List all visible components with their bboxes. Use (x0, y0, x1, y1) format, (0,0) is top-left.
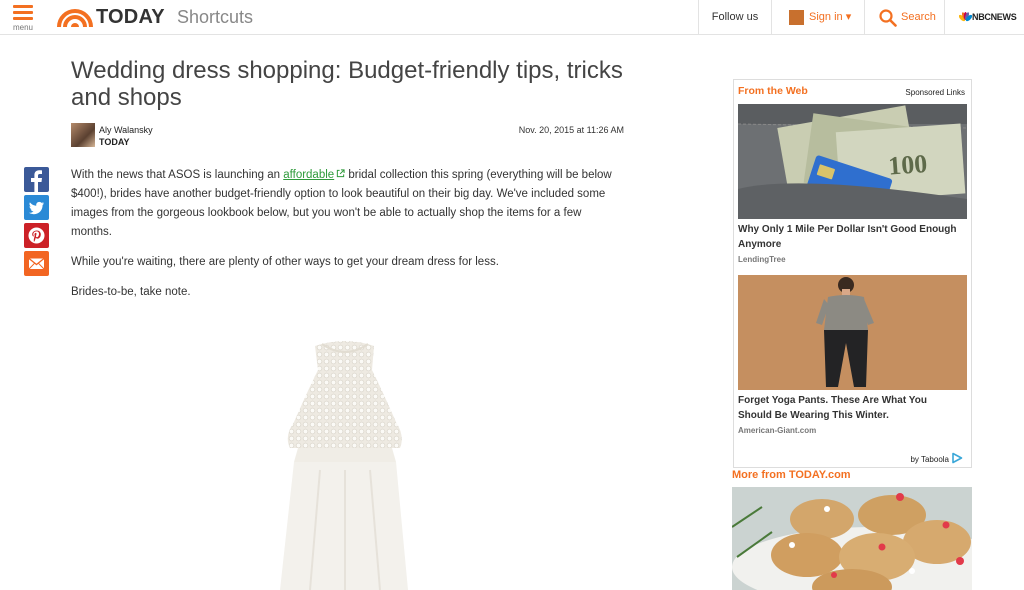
sign-in-button[interactable]: Sign in ▾ (771, 0, 864, 35)
byline: Aly Walansky TODAY Nov. 20, 2015 at 11:2… (71, 123, 624, 149)
author-outlet: TODAY (99, 137, 130, 147)
hamburger-icon (13, 5, 33, 23)
search-label: Search (901, 11, 936, 23)
wedding-dress-image (280, 341, 408, 590)
ad-2-source: American-Giant.com (738, 426, 817, 435)
pinterest-icon (28, 227, 45, 244)
paragraph-1: With the news that ASOS is launching an … (71, 169, 612, 238)
nbc-news-label: NBCNEWS (972, 12, 1017, 22)
nbc-news-link[interactable]: NBCNEWS (944, 0, 1024, 35)
share-twitter-button[interactable] (24, 195, 49, 220)
search-button[interactable]: Search (864, 0, 944, 35)
sunrise-logo-icon (57, 9, 93, 28)
more-from-today-heading[interactable]: More from TODAY.com (732, 469, 851, 481)
share-email-button[interactable] (24, 251, 49, 276)
ad-1-source: LendingTree (738, 255, 786, 264)
ad-image-model[interactable] (738, 275, 967, 390)
ad-heading: From the Web (738, 85, 808, 97)
external-link-icon (337, 169, 345, 178)
taboola-credit[interactable]: by Taboola (910, 452, 963, 464)
sign-in-label: Sign in ▾ (809, 11, 852, 23)
twitter-icon (29, 201, 44, 215)
facebook-icon (31, 170, 42, 192)
share-facebook-button[interactable] (24, 167, 49, 192)
author-avatar[interactable] (71, 123, 95, 147)
user-avatar-icon (789, 10, 804, 25)
menu-button[interactable]: menu (0, 0, 46, 35)
email-icon (28, 257, 45, 270)
ad-2-title[interactable]: Forget Yoga Pants. These Are What You Sh… (738, 393, 963, 423)
search-icon (879, 9, 897, 27)
paragraph-3: Brides-to-be, take note. (71, 286, 191, 298)
ad-image-money[interactable]: 100 (738, 104, 967, 219)
sponsored-label[interactable]: Sponsored Links (905, 88, 965, 97)
cookies-image[interactable] (732, 487, 972, 590)
affordable-link[interactable]: affordable (283, 169, 334, 181)
ad-1-title[interactable]: Why Only 1 Mile Per Dollar Isn't Good En… (738, 222, 963, 252)
paragraph-2: While you're waiting, there are plenty o… (71, 256, 499, 268)
article-body: With the news that ASOS is launching an … (71, 166, 616, 313)
publish-date: Nov. 20, 2015 at 11:26 AM (518, 125, 624, 135)
section-name: Shortcuts (177, 7, 254, 27)
share-pinterest-button[interactable] (24, 223, 49, 248)
brand-name: TODAY (96, 6, 165, 28)
top-header: menu TODAY Shortcuts Follow us Sign in ▾… (0, 0, 1024, 35)
follow-us-label: Follow us (711, 11, 759, 23)
peacock-icon (959, 12, 972, 22)
follow-us-button[interactable]: Follow us (698, 0, 771, 35)
sponsored-links-widget: From the Web Sponsored Links 100 Why Onl… (733, 79, 972, 468)
svg-text:100: 100 (887, 149, 928, 181)
adchoices-icon (952, 452, 963, 464)
menu-label: menu (12, 23, 33, 32)
author-name[interactable]: Aly Walansky (99, 125, 153, 135)
article-title: Wedding dress shopping: Budget-friendly … (71, 57, 623, 111)
